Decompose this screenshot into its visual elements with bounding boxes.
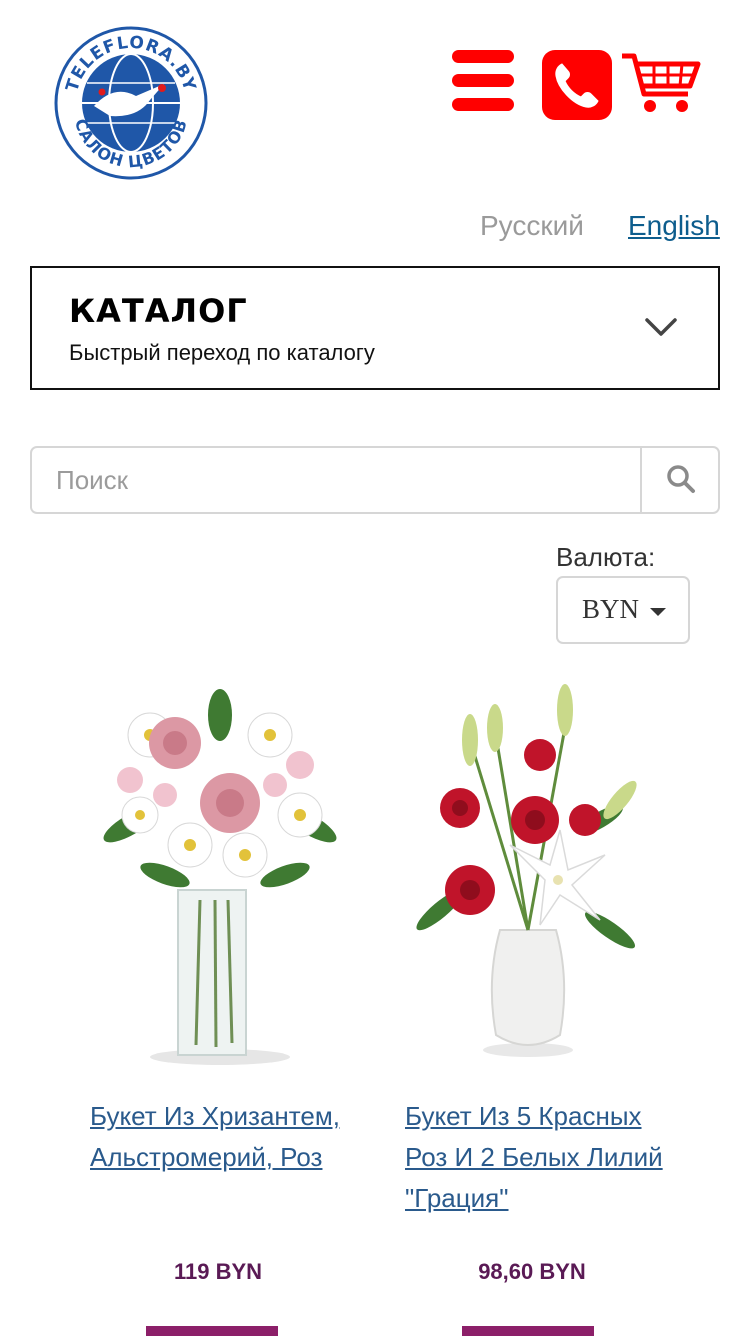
currency-select[interactable]: BYN (556, 576, 690, 644)
currency-label: Валюта: (556, 542, 656, 572)
buy-button[interactable] (462, 1326, 594, 1336)
product-image[interactable] (70, 675, 370, 1075)
product-price: 119 BYN (173, 1259, 263, 1284)
hamburger-icon-bar (452, 74, 514, 87)
call-button[interactable] (542, 50, 612, 120)
product-title[interactable]: Букет Из Хризантем, Альстромерий, Роз (90, 1096, 370, 1178)
phone-icon (555, 63, 599, 108)
catalog-title: КАТАЛОГ (69, 292, 248, 330)
catalog-subtitle: Быстрый переход по каталогу (69, 340, 375, 365)
menu-button[interactable] (452, 48, 516, 114)
lang-russian-link[interactable]: Русский (480, 210, 584, 242)
currency-value: BYN (582, 594, 640, 624)
product-price: 98,60 BYN (478, 1259, 586, 1284)
site-logo[interactable]: TELEFLORA.BY САЛОН ЦВЕТОВ (54, 26, 208, 180)
search-button[interactable] (640, 448, 720, 512)
cart-button[interactable] (620, 50, 702, 116)
cart-icon (622, 53, 701, 112)
product-title[interactable]: Букет Из 5 Красных Роз И 2 Белых Лилий "… (405, 1096, 675, 1219)
search-icon (667, 465, 695, 493)
buy-button[interactable] (146, 1326, 278, 1336)
catalog-dropdown[interactable]: КАТАЛОГ Быстрый переход по каталогу (30, 266, 720, 390)
lang-english-link[interactable]: English (628, 210, 720, 242)
hamburger-icon-bar (452, 98, 514, 111)
hamburger-icon (452, 50, 514, 63)
search-bar (30, 446, 720, 514)
chevron-down-icon (645, 318, 677, 336)
caret-down-icon (650, 608, 666, 616)
product-image[interactable] (400, 680, 660, 1075)
search-input[interactable] (32, 448, 640, 512)
